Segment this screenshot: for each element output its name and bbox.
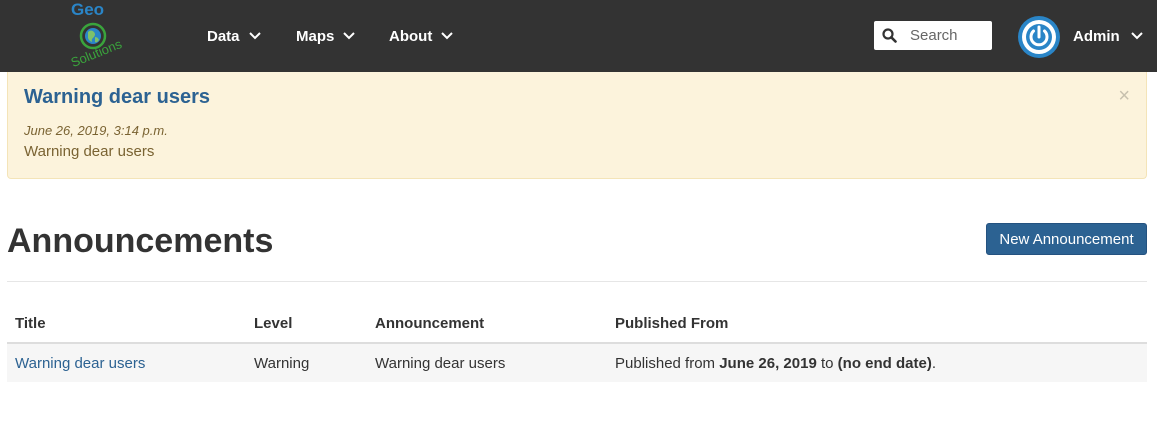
announcement-title-link[interactable]: Warning dear users: [15, 355, 145, 372]
close-icon[interactable]: ×: [1118, 86, 1130, 106]
column-header-level: Level: [254, 315, 293, 332]
published-middle: to: [816, 355, 838, 372]
new-announcement-button[interactable]: New Announcement: [986, 223, 1147, 255]
nav-data-dropdown[interactable]: Data: [207, 24, 262, 48]
logo-text-top: Geo: [71, 0, 104, 19]
search-box: [874, 21, 992, 50]
top-navbar: Geo Solutions Data Maps About Admin: [0, 0, 1157, 72]
chevron-down-icon: [248, 32, 261, 40]
table-row: [7, 344, 1147, 382]
published-end-date: (no end date): [837, 355, 932, 372]
nav-maps-dropdown[interactable]: Maps: [296, 24, 356, 48]
published-start-date: June 26, 2019: [719, 355, 817, 372]
alert-title: Warning dear users: [24, 86, 210, 108]
chevron-down-icon: [1130, 32, 1143, 40]
nav-maps-label: Maps: [296, 27, 335, 45]
nav-data-label: Data: [207, 27, 240, 45]
search-input[interactable]: [910, 26, 988, 45]
divider: [7, 281, 1147, 282]
column-header-title: Title: [15, 315, 46, 332]
published-suffix: .: [931, 355, 936, 372]
announcement-level: Warning: [254, 355, 310, 372]
geo-solutions-logo[interactable]: Geo Solutions: [55, 0, 135, 68]
chevron-down-icon: [343, 32, 356, 40]
announcement-text: Warning dear users: [375, 355, 506, 372]
alert-date: June 26, 2019, 3:14 p.m.: [24, 123, 168, 138]
column-header-published-from: Published From: [615, 315, 729, 332]
search-icon: [882, 28, 897, 43]
nav-about-label: About: [389, 27, 433, 45]
published-prefix: Published from: [615, 355, 720, 372]
user-menu-dropdown[interactable]: Admin: [1073, 24, 1144, 48]
nav-about-dropdown[interactable]: About: [389, 24, 454, 48]
chevron-down-icon: [441, 32, 454, 40]
avatar-power-icon[interactable]: [1018, 16, 1060, 58]
page-title: Announcements: [7, 222, 274, 260]
alert-body: Warning dear users: [24, 143, 155, 160]
announcement-published: Published from June 26, 2019 to (no end …: [615, 355, 936, 372]
user-menu-label: Admin: [1073, 27, 1120, 45]
column-header-announcement: Announcement: [375, 315, 485, 332]
warning-alert: Warning dear users June 26, 2019, 3:14 p…: [7, 72, 1147, 179]
